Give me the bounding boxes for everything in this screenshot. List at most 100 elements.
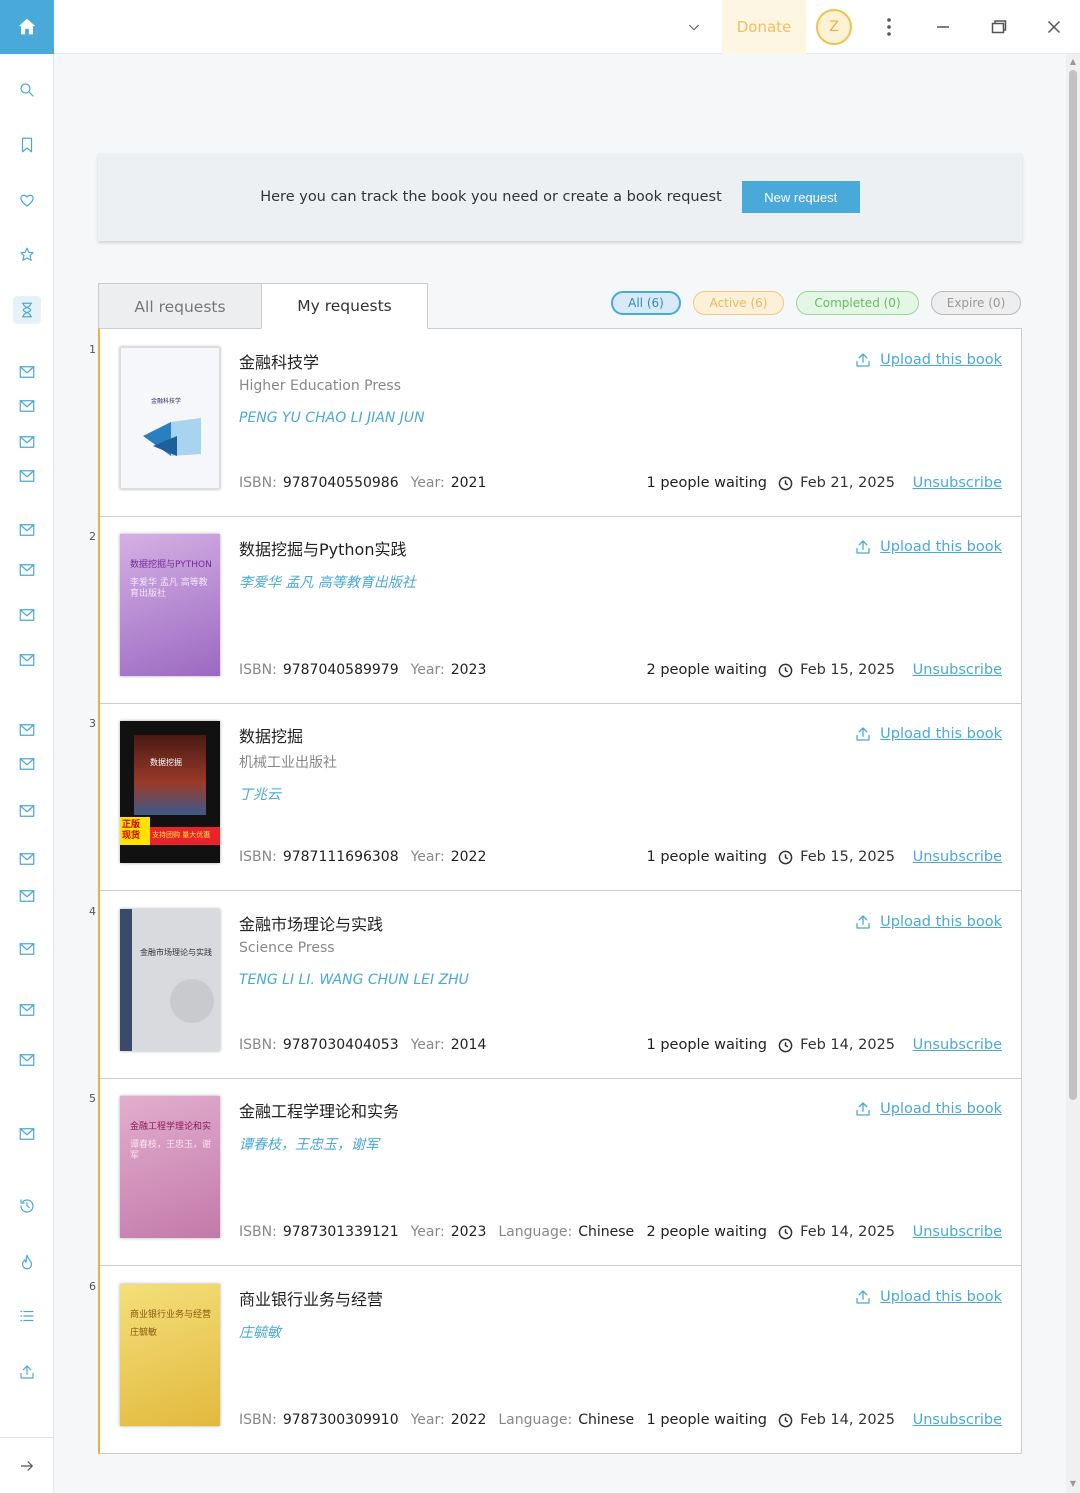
mail-icon [19, 943, 35, 955]
sidebar-mail-15[interactable] [13, 996, 41, 1024]
sidebar-upload-button[interactable] [13, 1358, 41, 1386]
book-cover[interactable]: 金融市场理论与实践 [120, 909, 220, 1051]
unsubscribe-link[interactable]: Unsubscribe [913, 849, 1002, 865]
book-authors[interactable]: PENG YU CHAO LI JIAN JUN [239, 410, 425, 426]
clock-icon [778, 1038, 793, 1052]
book-cover[interactable]: 数据挖掘与PYTHON 李爱华 孟凡 高等教育出版社 [120, 534, 220, 676]
book-title[interactable]: 金融科技学 [239, 349, 319, 373]
home-button[interactable] [0, 0, 54, 54]
sidebar-popular-button[interactable] [13, 1248, 41, 1276]
book-authors[interactable]: 丁兆云 [239, 784, 281, 804]
mail-icon [19, 890, 35, 902]
unsubscribe-link[interactable]: Unsubscribe [913, 1224, 1002, 1240]
year-label: Year: [410, 1412, 445, 1428]
cover-title: 金融工程学理论和实 [130, 1122, 212, 1132]
filter-active[interactable]: Active (6) [693, 291, 784, 315]
book-authors[interactable]: 庄毓敏 [239, 1322, 281, 1342]
book-title[interactable]: 数据挖掘与Python实践 [239, 536, 406, 560]
sidebar-mail-4[interactable] [13, 462, 41, 490]
scrollbar-thumb[interactable] [1069, 70, 1077, 1100]
clock-icon [778, 1413, 793, 1427]
isbn-value: 9787301339121 [282, 1224, 399, 1240]
arrow-right-icon [21, 1460, 34, 1471]
sidebar-favorites-button[interactable] [13, 186, 41, 214]
book-title[interactable]: 金融市场理论与实践 [239, 911, 383, 935]
filter-expire[interactable]: Expire (0) [931, 291, 1021, 315]
upload-book-link[interactable]: Upload this book [854, 1288, 1002, 1306]
scrollbar[interactable]: ▲ ▼ [1066, 54, 1080, 1493]
request-date: Feb 21, 2025 [778, 475, 895, 491]
cover-title: 数据挖掘 [150, 758, 182, 767]
dropdown-button[interactable] [676, 0, 712, 54]
home-icon [18, 18, 36, 35]
sidebar-search-button[interactable] [13, 76, 41, 104]
filter-completed[interactable]: Completed (0) [796, 291, 919, 315]
language-label: Language: [498, 1224, 573, 1240]
sidebar-bookmarks-button[interactable] [13, 131, 41, 159]
sidebar-mail-11[interactable] [13, 797, 41, 825]
sidebar-mail-13[interactable] [13, 882, 41, 910]
sidebar-mail-3[interactable] [13, 428, 41, 456]
clock-icon [778, 663, 793, 677]
unsubscribe-link[interactable]: Unsubscribe [913, 1412, 1002, 1428]
book-title[interactable]: 数据挖掘 [239, 723, 303, 747]
unsubscribe-link[interactable]: Unsubscribe [913, 475, 1002, 491]
sidebar-lists-button[interactable] [13, 1302, 41, 1330]
scroll-up-arrow[interactable]: ▲ [1069, 58, 1077, 66]
book-authors[interactable]: 李爱华 孟凡 高等教育出版社 [239, 572, 416, 592]
upload-book-link[interactable]: Upload this book [854, 1100, 1002, 1118]
book-title[interactable]: 金融工程学理论和实务 [239, 1098, 399, 1122]
book-authors[interactable]: 谭春枝，王忠玉，谢军 [239, 1134, 379, 1154]
sidebar-mail-9[interactable] [13, 716, 41, 744]
upload-book-link[interactable]: Upload this book [854, 538, 1002, 556]
cover-subtitle: 庄毓敏 [130, 1328, 158, 1338]
sidebar-mail-12[interactable] [13, 845, 41, 873]
new-request-button[interactable]: New request [741, 181, 860, 213]
upload-book-link[interactable]: Upload this book [854, 351, 1002, 369]
sidebar-recommended-button[interactable] [13, 241, 41, 269]
unsubscribe-link[interactable]: Unsubscribe [913, 1037, 1002, 1053]
minimize-button[interactable] [928, 0, 958, 54]
upload-book-link[interactable]: Upload this book [854, 725, 1002, 743]
mail-icon [19, 1128, 35, 1140]
sidebar-history-button[interactable] [13, 1192, 41, 1220]
upload-icon [856, 1102, 870, 1116]
people-waiting: 1 people waiting [646, 849, 767, 865]
row-number: 1 [89, 343, 96, 356]
book-cover[interactable]: 商业银行业务与经营 庄毓敏 [120, 1284, 220, 1426]
sidebar-mail-7[interactable] [13, 601, 41, 629]
minimize-icon [937, 26, 949, 28]
book-cover[interactable]: 金融科技学 [120, 347, 220, 489]
sidebar-mail-16[interactable] [13, 1046, 41, 1074]
book-publisher: Science Press [239, 940, 335, 956]
sidebar-mail-14[interactable] [13, 935, 41, 963]
isbn-value: 9787300309910 [282, 1412, 399, 1428]
sidebar-mail-5[interactable] [13, 516, 41, 544]
scroll-down-arrow[interactable]: ▼ [1069, 1480, 1077, 1488]
filter-all[interactable]: All (6) [611, 291, 681, 315]
list-item: 5 金融工程学理论和实 谭春枝，王忠玉，谢军 金融工程学理论和实务 谭春枝，王忠… [89, 1078, 1022, 1266]
banner-text: Here you can track the book you need or … [260, 189, 722, 205]
sidebar-mail-8[interactable] [13, 646, 41, 674]
book-cover[interactable]: 数据挖掘 支持团购 量大优惠 正版现货 [120, 721, 220, 863]
maximize-button[interactable] [984, 0, 1014, 54]
unsubscribe-link[interactable]: Unsubscribe [913, 662, 1002, 678]
collapse-sidebar-button[interactable] [0, 1437, 54, 1493]
more-options-button[interactable] [874, 0, 904, 54]
close-button[interactable] [1039, 0, 1069, 54]
sidebar-mail-17[interactable] [13, 1120, 41, 1148]
book-meta: ISBN: 9787301339121 Year: 2023 Language: Chin… [239, 1224, 646, 1240]
donate-button[interactable]: Donate [722, 0, 806, 54]
sidebar-mail-10[interactable] [13, 750, 41, 778]
upload-book-link[interactable]: Upload this book [854, 913, 1002, 931]
avatar[interactable]: Z [816, 9, 852, 45]
sidebar-mail-2[interactable] [13, 392, 41, 420]
book-authors[interactable]: TENG LI LI. WANG CHUN LEI ZHU [239, 972, 469, 988]
sidebar-requests-button[interactable] [13, 296, 41, 324]
book-cover[interactable]: 金融工程学理论和实 谭春枝，王忠玉，谢军 [120, 1096, 220, 1238]
sidebar-mail-1[interactable] [13, 358, 41, 386]
tab-my-requests[interactable]: My requests [261, 283, 428, 329]
tab-all-requests[interactable]: All requests [98, 283, 262, 329]
book-title[interactable]: 商业银行业务与经营 [239, 1286, 383, 1310]
sidebar-mail-6[interactable] [13, 556, 41, 584]
